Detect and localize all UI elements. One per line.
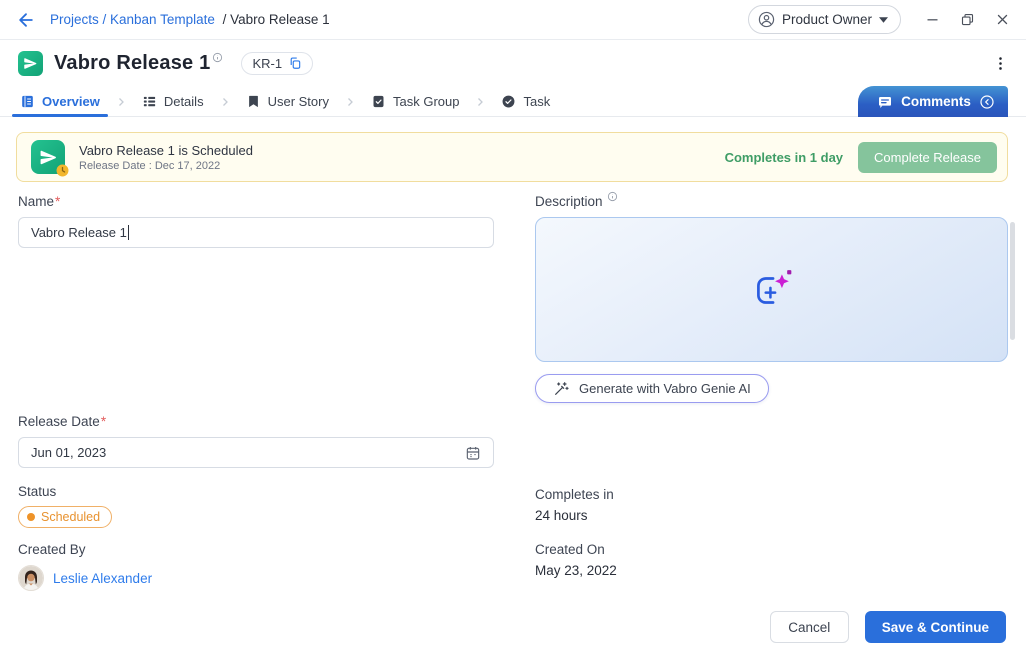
release-date-label: Release Date* — [18, 414, 494, 429]
breadcrumb-links[interactable]: Projects / Kanban Template — [50, 12, 215, 27]
info-icon — [607, 190, 618, 201]
generate-with-ai-button[interactable]: Generate with Vabro Genie AI — [535, 374, 769, 403]
release-status-banner: Vabro Release 1 is Scheduled Release Dat… — [16, 132, 1008, 182]
minimize-icon[interactable] — [925, 12, 940, 27]
name-input-value: Vabro Release 1 — [31, 225, 127, 240]
chevron-right-icon — [115, 95, 127, 107]
created-on-label: Created On — [535, 542, 1008, 557]
generate-label: Generate with Vabro Genie AI — [579, 381, 751, 396]
name-label: Name* — [18, 194, 494, 209]
restore-icon[interactable] — [960, 12, 975, 27]
ai-sparkle-icon — [749, 267, 795, 313]
clock-badge-icon — [56, 164, 69, 177]
complete-release-button[interactable]: Complete Release — [858, 142, 997, 173]
chevron-down-icon — [879, 17, 888, 23]
window-controls — [925, 12, 1010, 27]
tab-label: Overview — [42, 94, 100, 109]
tab-label: Task Group — [393, 94, 459, 109]
release-id-badge: KR-1 — [241, 52, 313, 75]
release-icon — [31, 140, 65, 174]
created-by-user-link[interactable]: Leslie Alexander — [53, 571, 152, 586]
tab-task[interactable]: Task — [501, 86, 550, 116]
created-on-block: Created On May 23, 2022 — [535, 542, 1008, 578]
status-label: Status — [18, 484, 494, 499]
save-continue-button[interactable]: Save & Continue — [865, 611, 1006, 643]
chevron-right-icon — [219, 95, 231, 107]
name-input[interactable]: Vabro Release 1 — [18, 217, 494, 248]
tab-user-story[interactable]: User Story — [246, 86, 329, 116]
task-icon — [501, 94, 516, 109]
task-group-icon — [371, 94, 386, 109]
completes-in-value: 24 hours — [535, 508, 1008, 523]
copy-icon[interactable] — [288, 56, 302, 70]
description-editor[interactable] — [535, 217, 1008, 362]
tab-details[interactable]: Details — [142, 86, 204, 116]
required-asterisk: * — [101, 414, 106, 429]
comments-label: Comments — [901, 94, 971, 109]
role-label: Product Owner — [782, 12, 872, 27]
info-icon — [212, 50, 223, 61]
back-arrow-icon[interactable] — [16, 10, 36, 30]
calendar-icon[interactable] — [465, 445, 481, 461]
tab-label: Task — [523, 94, 550, 109]
scrollbar-thumb[interactable] — [1010, 222, 1015, 340]
banner-title: Vabro Release 1 is Scheduled — [79, 143, 253, 158]
completes-in-label: Completes in — [535, 487, 1008, 502]
form-left-column: Name* Vabro Release 1 Release Date* Jun … — [18, 182, 494, 591]
banner-subtitle: Release Date : Dec 17, 2022 — [79, 160, 253, 172]
role-selector[interactable]: Product Owner — [748, 5, 901, 34]
collapse-icon — [979, 94, 995, 110]
status-badge: Scheduled — [18, 506, 112, 528]
comments-tab[interactable]: Comments — [858, 86, 1008, 117]
banner-texts: Vabro Release 1 is Scheduled Release Dat… — [79, 143, 253, 172]
chevron-right-icon — [474, 95, 486, 107]
completes-in-block: Completes in 24 hours — [535, 487, 1008, 523]
status-value: Scheduled — [41, 510, 100, 524]
release-date-input[interactable]: Jun 01, 2023 — [18, 437, 494, 468]
tab-label: Details — [164, 94, 204, 109]
footer-actions: Cancel Save & Continue — [770, 611, 1006, 643]
comments-icon — [877, 94, 893, 110]
magic-wand-icon — [553, 381, 569, 397]
tab-label: User Story — [268, 94, 329, 109]
page-header: Vabro Release 1 KR-1 — [0, 40, 1026, 86]
app-window: Projects / Kanban Template / Vabro Relea… — [0, 0, 1026, 660]
user-story-icon — [246, 94, 261, 109]
breadcrumb-current: / Vabro Release 1 — [223, 12, 330, 27]
details-icon — [142, 94, 157, 109]
description-label: Description — [535, 194, 1008, 209]
status-dot — [27, 513, 35, 521]
countdown-text: Completes in 1 day — [725, 150, 843, 165]
created-by-label: Created By — [18, 542, 494, 557]
required-asterisk: * — [55, 194, 60, 209]
text-cursor — [128, 225, 129, 240]
overview-icon — [20, 94, 35, 109]
form-right-column: Description Generate with Vabro Genie AI… — [535, 182, 1008, 578]
breadcrumb: Projects / Kanban Template / Vabro Relea… — [50, 12, 330, 27]
titlebar: Projects / Kanban Template / Vabro Relea… — [0, 0, 1026, 40]
user-icon — [758, 11, 775, 28]
tab-bar: Overview Details User Story Task Group T — [0, 86, 1026, 117]
cancel-button[interactable]: Cancel — [770, 611, 849, 643]
release-icon — [18, 51, 43, 76]
tab-task-group[interactable]: Task Group — [371, 86, 459, 116]
release-date-value: Jun 01, 2023 — [31, 445, 106, 460]
created-by-row: Leslie Alexander — [18, 565, 494, 591]
release-id: KR-1 — [252, 56, 282, 71]
page-title: Vabro Release 1 — [54, 52, 210, 75]
tab-overview[interactable]: Overview — [20, 86, 100, 116]
avatar — [18, 565, 44, 591]
close-icon[interactable] — [995, 12, 1010, 27]
more-options-icon[interactable] — [990, 53, 1010, 73]
chevron-right-icon — [344, 95, 356, 107]
created-on-value: May 23, 2022 — [535, 563, 1008, 578]
